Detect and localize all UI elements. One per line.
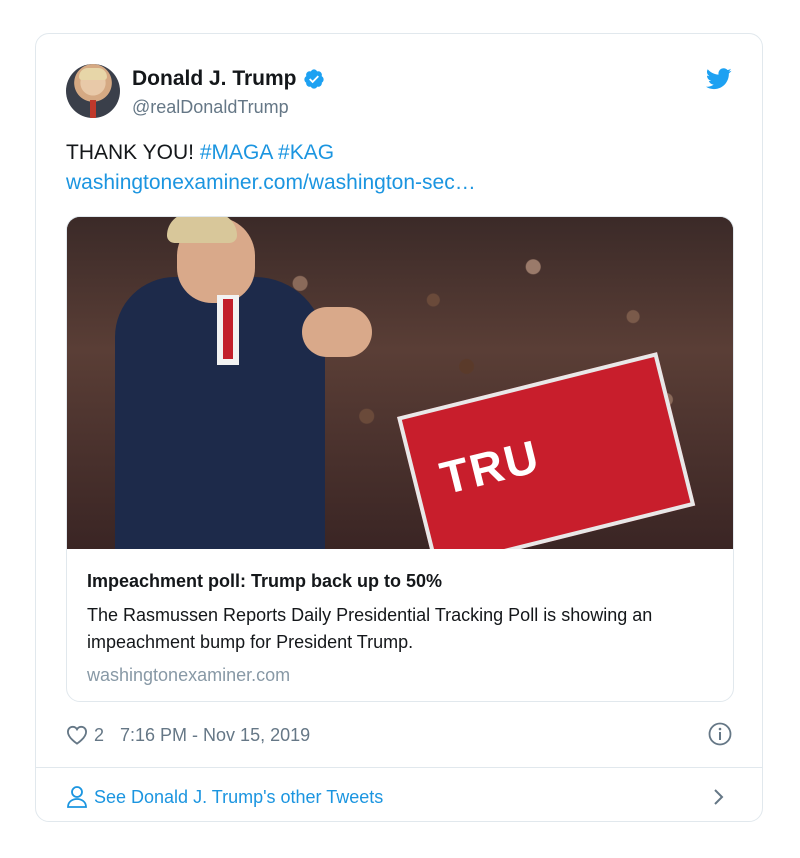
verified-badge-icon [303, 69, 324, 89]
hashtag-kag[interactable]: #KAG [278, 141, 334, 164]
tweet-body: THANK YOU! [66, 141, 194, 164]
info-icon[interactable] [708, 722, 732, 746]
link-preview-image[interactable]: TRU [67, 217, 733, 549]
link-preview-title: Impeachment poll: Trump back up to 50% [87, 571, 443, 591]
author-handle[interactable]: @realDonaldTrump [132, 97, 289, 118]
avatar[interactable] [66, 64, 120, 118]
twitter-bird-icon[interactable] [706, 68, 732, 90]
like-count[interactable]: 2 [94, 725, 104, 746]
tweet-meta: 2 7:16 PM - Nov 15, 2019 [66, 720, 732, 750]
link-preview-card[interactable]: TRU Impeachment poll: Trump back up to 5… [66, 216, 734, 702]
link-preview-description: The Rasmussen Reports Daily Presidential… [87, 605, 653, 652]
hashtag-maga[interactable]: #MAGA [200, 141, 272, 164]
see-other-tweets-label[interactable]: See Donald J. Trump's other Tweets [94, 787, 383, 808]
tweet-timestamp[interactable]: 7:16 PM - Nov 15, 2019 [120, 725, 310, 746]
tweet-text: THANK YOU! #MAGA #KAG washingtonexaminer… [66, 138, 732, 198]
see-other-tweets-link[interactable]: See Donald J. Trump's other Tweets [66, 782, 732, 812]
tweet-link[interactable]: washingtonexaminer.com/washington-sec… [66, 168, 732, 198]
author-name-row[interactable]: Donald J. Trump [132, 67, 325, 91]
chevron-right-icon[interactable] [712, 785, 726, 809]
person-icon [67, 786, 87, 808]
divider [36, 767, 762, 768]
tweet-card: Donald J. Trump @realDonaldTrump THANK Y… [35, 33, 763, 822]
tweet-header: Donald J. Trump @realDonaldTrump [66, 64, 732, 124]
link-preview-domain: washingtonexaminer.com [87, 665, 291, 685]
link-preview-body: Impeachment poll: Trump back up to 50% T… [67, 549, 733, 686]
rally-sign-text: TRU [435, 429, 546, 505]
heart-icon[interactable] [66, 725, 88, 745]
author-name[interactable]: Donald J. Trump [132, 67, 297, 91]
